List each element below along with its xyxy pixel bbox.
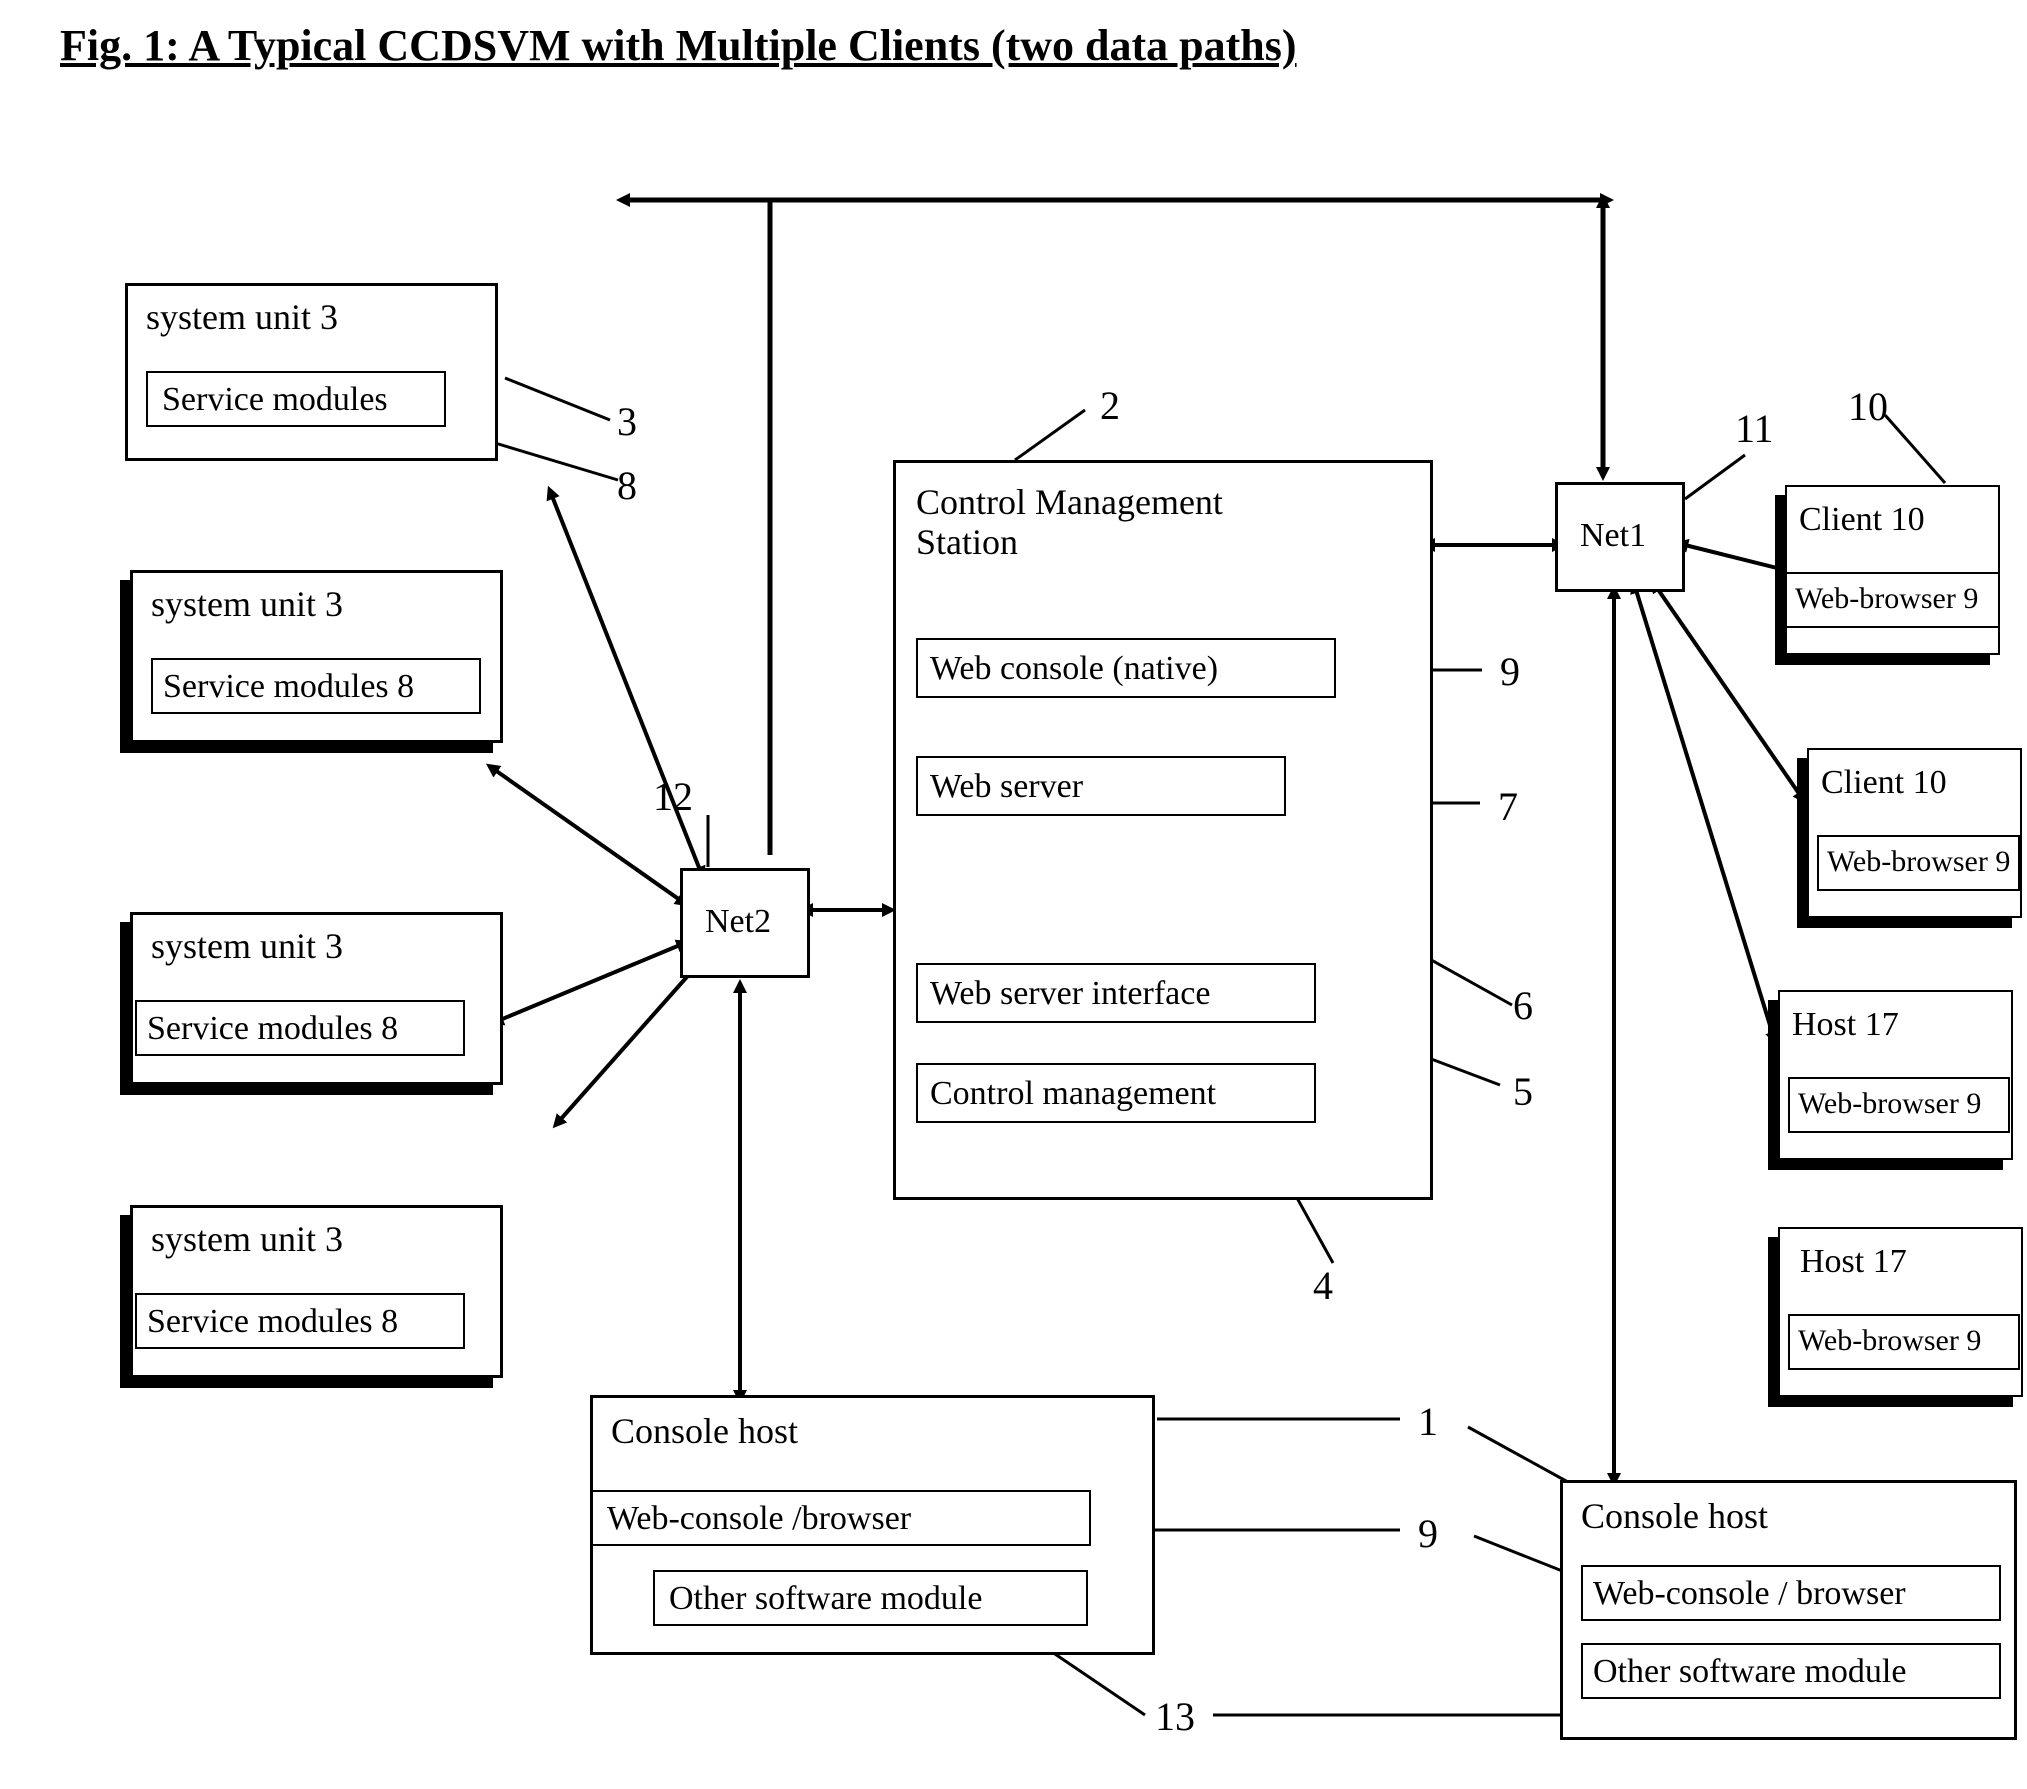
console-host-right: Console host Web-console / browser Other… <box>1560 1480 2017 1740</box>
net2-node: Net2 <box>680 868 810 978</box>
system-unit-2: system unit 3 Service modules 8 <box>130 570 503 743</box>
client10-label: Client 10 <box>1821 764 1947 801</box>
web-server-label: Web server <box>930 768 1083 805</box>
host17-label: Host 17 <box>1800 1243 1907 1280</box>
system-unit-label: system unit 3 <box>151 1220 343 1260</box>
web-console-browser2-label: Web-console / browser <box>1593 1575 1906 1612</box>
console-host-label: Console host <box>611 1412 798 1452</box>
client10-label: Client 10 <box>1799 501 1925 538</box>
console-host-label: Console host <box>1581 1497 1768 1537</box>
net2-label: Net2 <box>705 903 771 940</box>
system-unit-label: system unit 3 <box>146 298 338 338</box>
ref-11: 11 <box>1735 405 1774 452</box>
ref-4: 4 <box>1313 1262 1333 1309</box>
ref-2: 2 <box>1100 382 1120 429</box>
system-unit-1: system unit 3 Service modules <box>125 283 498 461</box>
service-modules8-label: Service modules 8 <box>163 668 414 705</box>
web-browser9-label: Web-browser 9 <box>1798 1087 1981 1120</box>
other-sw-label: Other software module <box>1593 1653 1906 1690</box>
ref-10: 10 <box>1848 383 1888 430</box>
service-modules8-label: Service modules 8 <box>147 1303 398 1340</box>
web-server-interface-label: Web server interface <box>930 975 1210 1012</box>
ref-6: 6 <box>1513 982 1533 1029</box>
control-management-label: Control management <box>930 1075 1216 1112</box>
service-modules-label: Service modules <box>162 381 388 418</box>
ref-9a: 9 <box>1500 648 1520 695</box>
web-browser9-label: Web-browser 9 <box>1798 1324 1981 1357</box>
host17-label: Host 17 <box>1792 1006 1899 1043</box>
client10-b: Client 10 Web-browser 9 <box>1807 748 2022 918</box>
net1-label: Net1 <box>1580 517 1646 554</box>
web-console-native-label: Web console (native) <box>930 650 1218 687</box>
ref-5: 5 <box>1513 1068 1533 1115</box>
web-browser9-label: Web-browser 9 <box>1827 845 2010 878</box>
service-modules8-label: Service modules 8 <box>147 1010 398 1047</box>
control-management-station: Control Management Station Web console (… <box>893 460 1433 1200</box>
ref-13: 13 <box>1155 1693 1195 1740</box>
system-unit-4: system unit 3 Service modules 8 <box>130 1205 503 1378</box>
system-unit-label: system unit 3 <box>151 585 343 625</box>
host17-a: Host 17 Web-browser 9 <box>1778 990 2013 1160</box>
console-host-left: Console host Web-console /browser Other … <box>590 1395 1155 1655</box>
ref-12: 12 <box>653 773 693 820</box>
system-unit-3: system unit 3 Service modules 8 <box>130 912 503 1085</box>
ref-3: 3 <box>617 398 637 445</box>
system-unit-label: system unit 3 <box>151 927 343 967</box>
ref-1: 1 <box>1418 1398 1438 1445</box>
net1-node: Net1 <box>1555 482 1685 592</box>
client10-a: Client 10 Web-browser 9 <box>1785 485 2000 655</box>
host17-b: Host 17 Web-browser 9 <box>1778 1227 2023 1397</box>
web-browser9-label: Web-browser 9 <box>1795 582 1978 615</box>
web-console-browser-label: Web-console /browser <box>607 1500 911 1537</box>
ref-8: 8 <box>617 462 637 509</box>
ref-7: 7 <box>1498 783 1518 830</box>
other-sw-label: Other software module <box>669 1580 982 1617</box>
cms-label: Control Management Station <box>916 483 1316 562</box>
ref-9b: 9 <box>1418 1510 1438 1557</box>
